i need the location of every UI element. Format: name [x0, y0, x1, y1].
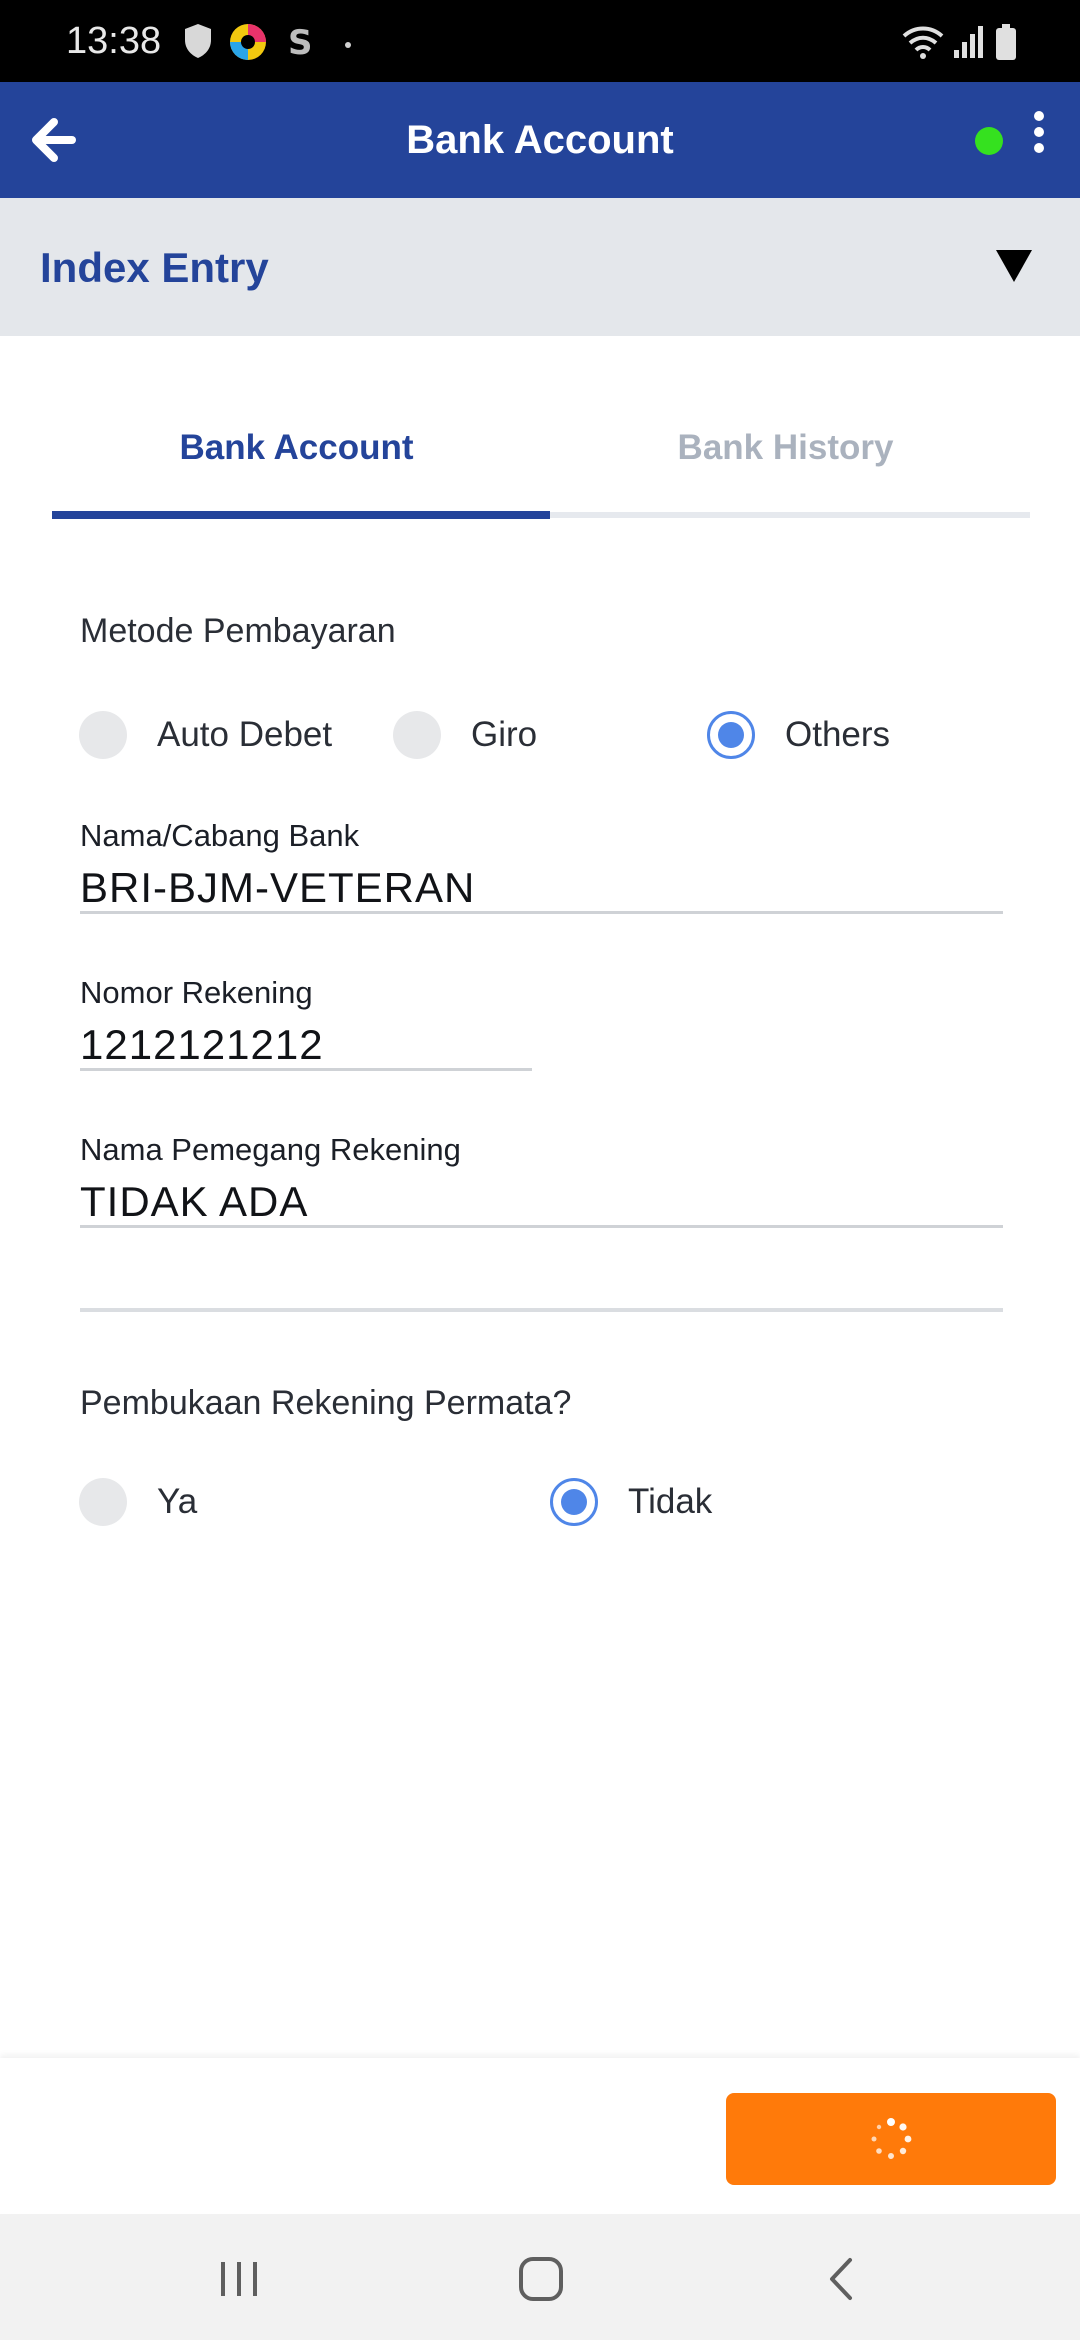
radio-label: Others: [785, 715, 891, 754]
radio-button-unchecked: [79, 711, 127, 759]
bank-branch-value[interactable]: BRI-BJM-VETERAN: [80, 864, 1003, 912]
index-entry-dropdown[interactable]: Index Entry: [0, 198, 1080, 336]
field-underline: [80, 1225, 1003, 1228]
permata-question-label: Pembukaan Rekening Permata?: [80, 1384, 572, 1422]
radio-others[interactable]: Others: [707, 705, 890, 765]
radio-label: Giro: [471, 715, 538, 754]
radio-label: Tidak: [628, 1482, 713, 1521]
recents-icon: [221, 2262, 257, 2296]
recents-button[interactable]: [204, 2244, 274, 2314]
account-holder-field[interactable]: Nama Pemegang Rekening TIDAK ADA: [80, 1132, 1003, 1228]
index-entry-label: Index Entry: [40, 244, 269, 291]
dot-icon: [344, 36, 352, 54]
account-number-field[interactable]: Nomor Rekening 1212121212: [80, 975, 532, 1071]
radio-button-checked: [550, 1478, 598, 1526]
action-bar: [0, 2058, 1080, 2214]
account-holder-value[interactable]: TIDAK ADA: [80, 1178, 1003, 1226]
section-divider: [80, 1308, 1003, 1312]
payment-method-radio-group: Auto Debet Giro Others: [0, 705, 1080, 765]
radio-giro[interactable]: Giro: [393, 705, 537, 765]
home-icon: [519, 2257, 563, 2301]
radio-label: Auto Debet: [157, 715, 333, 754]
more-vertical-icon: [1034, 111, 1044, 153]
submit-button[interactable]: [726, 2093, 1056, 2185]
signal-icon: [952, 22, 988, 67]
bank-branch-field[interactable]: Nama/Cabang Bank BRI-BJM-VETERAN: [80, 818, 1003, 914]
system-nav-bar: [0, 2214, 1080, 2340]
app-color-icon: [228, 22, 268, 67]
app-bar: Bank Account: [0, 82, 1080, 198]
radio-tidak[interactable]: Tidak: [550, 1472, 712, 1532]
battery-icon: [994, 22, 1018, 67]
loading-spinner-icon: [871, 2118, 912, 2159]
home-button[interactable]: [506, 2244, 576, 2314]
system-back-button[interactable]: [808, 2244, 878, 2314]
svg-text:S: S: [288, 23, 313, 62]
arrow-left-icon: [32, 118, 76, 162]
tab-bank-account[interactable]: Bank Account: [52, 400, 541, 520]
bank-branch-label: Nama/Cabang Bank: [80, 818, 360, 853]
caret-down-icon: [994, 248, 1034, 284]
radio-ya[interactable]: Ya: [79, 1472, 197, 1532]
permata-radio-group: Ya Tidak: [0, 1472, 1080, 1532]
more-options-button[interactable]: [1024, 106, 1054, 166]
payment-method-label: Metode Pembayaran: [80, 612, 396, 650]
wifi-icon: [900, 22, 946, 67]
back-nav-icon: [830, 2258, 852, 2300]
tab-active-indicator: [52, 511, 550, 519]
status-time: 13:38: [66, 20, 162, 62]
tab-bar: Bank Account Bank History: [52, 400, 1030, 520]
radio-label: Ya: [157, 1482, 198, 1521]
field-underline: [80, 911, 1003, 914]
tab-bank-history[interactable]: Bank History: [541, 400, 1030, 520]
s-app-icon: S: [284, 22, 314, 67]
status-bar: 13:38 S: [0, 0, 1080, 82]
account-number-value[interactable]: 1212121212: [80, 1021, 532, 1069]
radio-button-checked: [707, 711, 755, 759]
radio-button-unchecked: [79, 1478, 127, 1526]
account-number-label: Nomor Rekening: [80, 975, 313, 1010]
page-title: Bank Account: [406, 118, 674, 162]
back-button[interactable]: [20, 108, 84, 172]
radio-button-unchecked: [393, 711, 441, 759]
online-status-dot: [975, 127, 1003, 155]
radio-auto-debet[interactable]: Auto Debet: [79, 705, 332, 765]
field-underline: [80, 1068, 532, 1071]
account-holder-label: Nama Pemegang Rekening: [80, 1132, 461, 1167]
shield-icon: [182, 22, 214, 65]
